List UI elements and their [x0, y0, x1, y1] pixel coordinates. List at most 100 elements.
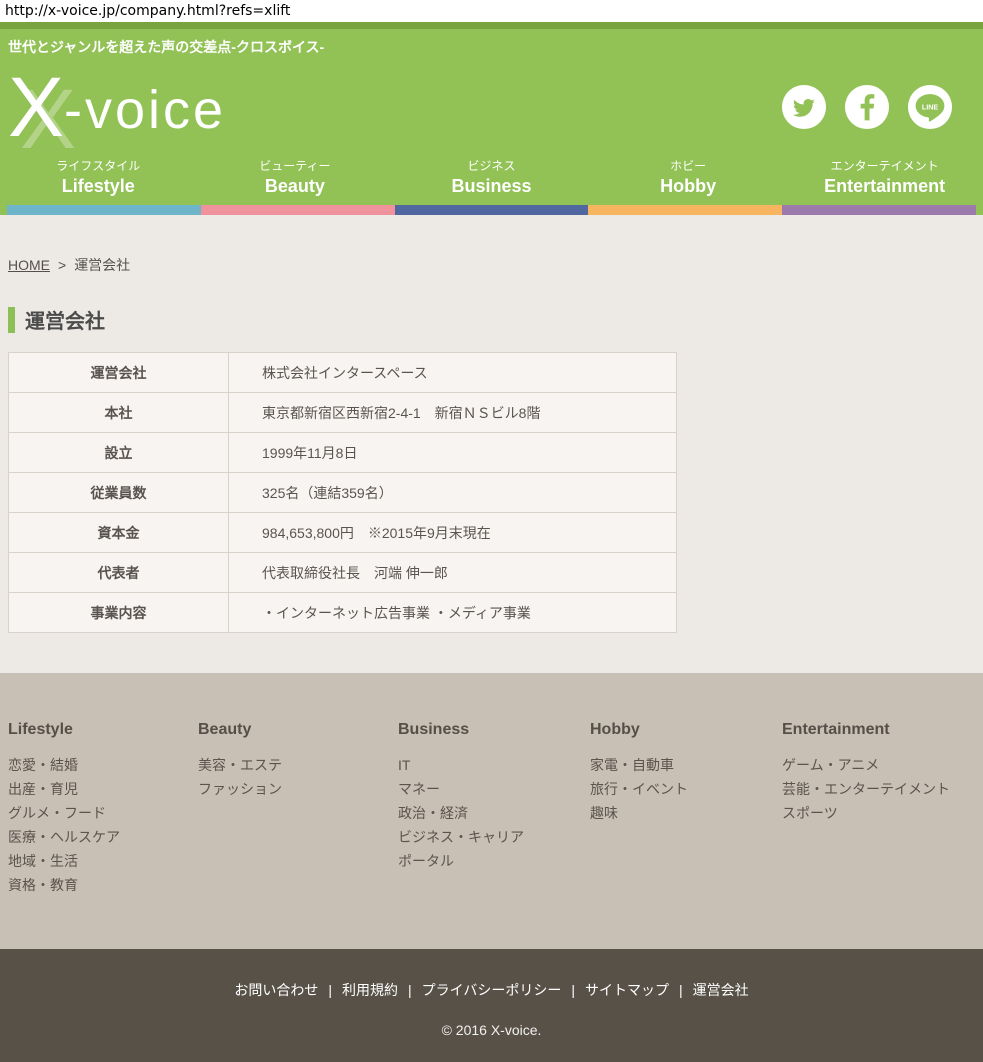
table-row: 事業内容 ・インターネット広告事業 ・メディア事業: [9, 593, 677, 633]
footer-link[interactable]: ポータル: [398, 849, 590, 873]
nav-business-en-label: Business: [393, 176, 590, 197]
footer-link[interactable]: ビジネス・キャリア: [398, 825, 590, 849]
main-content: HOME > 運営会社 運営会社 運営会社 株式会社インタースペース 本社 東京都新…: [0, 215, 983, 673]
nav-entertainment-jp-label: エンターテイメント: [786, 157, 983, 174]
footer-link[interactable]: 出産・育児: [8, 777, 198, 801]
footer-link[interactable]: 家電・自動車: [590, 753, 782, 777]
nav-stripe-hobby: [588, 205, 782, 215]
company-info-table: 運営会社 株式会社インタースペース 本社 東京都新宿区西新宿2-4-1 新宿ＮＳ…: [8, 352, 677, 633]
table-row: 運営会社 株式会社インタースペース: [9, 353, 677, 393]
footer-link[interactable]: 美容・エステ: [198, 753, 398, 777]
nav-beauty-en-label: Beauty: [197, 176, 394, 197]
footer-link[interactable]: 旅行・イベント: [590, 777, 782, 801]
nav-hobby-en-label: Hobby: [590, 176, 787, 197]
copyright-text: © 2016 X-voice.: [0, 1022, 983, 1038]
footer-link[interactable]: グルメ・フード: [8, 801, 198, 825]
nav-stripe-business: [395, 205, 589, 215]
site-tagline: 世代とジャンルを超えた声の交差点-クロスボイス-: [0, 29, 983, 59]
row-label: 事業内容: [9, 593, 229, 633]
footer-link[interactable]: マネー: [398, 777, 590, 801]
row-label: 資本金: [9, 513, 229, 553]
footer-link[interactable]: ファッション: [198, 777, 398, 801]
breadcrumb-separator: >: [58, 257, 66, 273]
twitter-icon[interactable]: [781, 84, 827, 130]
breadcrumb-home-link[interactable]: HOME: [8, 257, 50, 273]
nav-stripe-beauty: [201, 205, 395, 215]
main-nav: ライフスタイル Lifestyle ビューティー Beauty ビジネス Bus…: [0, 157, 983, 205]
footer-sitemap: Lifestyle 恋愛・結婚 出産・育児 グルメ・フード 医療・ヘルスケア 地…: [0, 673, 983, 949]
nav-item-beauty[interactable]: ビューティー Beauty: [197, 157, 394, 205]
row-label: 運営会社: [9, 353, 229, 393]
table-row: 設立 1999年11月8日: [9, 433, 677, 473]
page-title-block: 運営会社: [8, 305, 983, 334]
link-separator: |: [571, 982, 575, 998]
row-label: 本社: [9, 393, 229, 433]
bottom-link-privacy[interactable]: プライバシーポリシー: [422, 982, 562, 998]
table-row: 従業員数 325名（連結359名）: [9, 473, 677, 513]
footer-column-business: Business IT マネー 政治・経済 ビジネス・キャリア ポータル: [398, 721, 590, 897]
row-value: 東京都新宿区西新宿2-4-1 新宿ＮＳビル8階: [229, 393, 677, 433]
breadcrumb: HOME > 運営会社: [8, 255, 983, 275]
row-label: 設立: [9, 433, 229, 473]
link-separator: |: [328, 982, 332, 998]
footer-column-title: Entertainment: [782, 721, 975, 739]
footer-column-title: Beauty: [198, 721, 398, 739]
link-separator: |: [679, 982, 683, 998]
nav-beauty-jp-label: ビューティー: [197, 157, 394, 174]
footer-link[interactable]: 恋愛・結婚: [8, 753, 198, 777]
url-bar[interactable]: http://x-voice.jp/company.html?refs=xlif…: [0, 0, 983, 22]
page-title: 運営会社: [25, 305, 105, 334]
footer-link[interactable]: 医療・ヘルスケア: [8, 825, 198, 849]
svg-text:LINE: LINE: [922, 103, 939, 111]
nav-item-business[interactable]: ビジネス Business: [393, 157, 590, 205]
footer-column-title: Lifestyle: [8, 721, 198, 739]
nav-item-hobby[interactable]: ホビー Hobby: [590, 157, 787, 205]
footer-link[interactable]: 地域・生活: [8, 849, 198, 873]
bottom-link-terms[interactable]: 利用規約: [342, 982, 398, 998]
facebook-icon[interactable]: [844, 84, 890, 130]
header-top-stripe: [0, 22, 983, 29]
row-value: 1999年11月8日: [229, 433, 677, 473]
footer-link[interactable]: スポーツ: [782, 801, 975, 825]
row-value: 325名（連結359名）: [229, 473, 677, 513]
footer-link[interactable]: 資格・教育: [8, 873, 198, 897]
bottom-bar: お問い合わせ | 利用規約 | プライバシーポリシー | サイトマップ | 運営会社 © 201…: [0, 949, 983, 1062]
footer-link[interactable]: ゲーム・アニメ: [782, 753, 975, 777]
nav-stripe-entertainment: [782, 205, 976, 215]
social-links: LINE: [781, 84, 953, 130]
table-row: 代表者 代表取締役社長 河端 伸一郎: [9, 553, 677, 593]
title-accent-bar: [8, 307, 15, 333]
nav-hobby-jp-label: ホビー: [590, 157, 787, 174]
table-row: 資本金 984,653,800円 ※2015年9月末現在: [9, 513, 677, 553]
bottom-link-sitemap[interactable]: サイトマップ: [585, 982, 669, 998]
link-separator: |: [408, 982, 412, 998]
bottom-link-company[interactable]: 運営会社: [693, 982, 749, 998]
footer-column-lifestyle: Lifestyle 恋愛・結婚 出産・育児 グルメ・フード 医療・ヘルスケア 地…: [8, 721, 198, 897]
header-main-row: XX-voice LINE: [0, 59, 983, 157]
breadcrumb-current: 運営会社: [74, 257, 130, 273]
footer-column-title: Hobby: [590, 721, 782, 739]
row-label: 代表者: [9, 553, 229, 593]
row-label: 従業員数: [9, 473, 229, 513]
nav-lifestyle-en-label: Lifestyle: [0, 176, 197, 197]
footer-link[interactable]: IT: [398, 753, 590, 777]
nav-item-entertainment[interactable]: エンターテイメント Entertainment: [786, 157, 983, 205]
row-value: ・インターネット広告事業 ・メディア事業: [229, 593, 677, 633]
nav-business-jp-label: ビジネス: [393, 157, 590, 174]
logo-x: X: [8, 60, 64, 154]
bottom-link-contact[interactable]: お問い合わせ: [234, 982, 318, 998]
footer-link[interactable]: 政治・経済: [398, 801, 590, 825]
footer-link[interactable]: 趣味: [590, 801, 782, 825]
footer-column-beauty: Beauty 美容・エステ ファッション: [198, 721, 398, 897]
row-value: 984,653,800円 ※2015年9月末現在: [229, 513, 677, 553]
site-logo[interactable]: XX-voice: [8, 65, 226, 149]
bottom-links: お問い合わせ | 利用規約 | プライバシーポリシー | サイトマップ | 運営会社: [0, 980, 983, 1000]
footer-link[interactable]: 芸能・エンターテイメント: [782, 777, 975, 801]
footer-column-entertainment: Entertainment ゲーム・アニメ 芸能・エンターテイメント スポーツ: [782, 721, 975, 897]
line-icon[interactable]: LINE: [907, 84, 953, 130]
logo-voice-text: -voice: [64, 80, 226, 140]
footer-column-hobby: Hobby 家電・自動車 旅行・イベント 趣味: [590, 721, 782, 897]
table-row: 本社 東京都新宿区西新宿2-4-1 新宿ＮＳビル8階: [9, 393, 677, 433]
nav-stripe-lifestyle: [7, 205, 201, 215]
nav-entertainment-en-label: Entertainment: [786, 176, 983, 197]
